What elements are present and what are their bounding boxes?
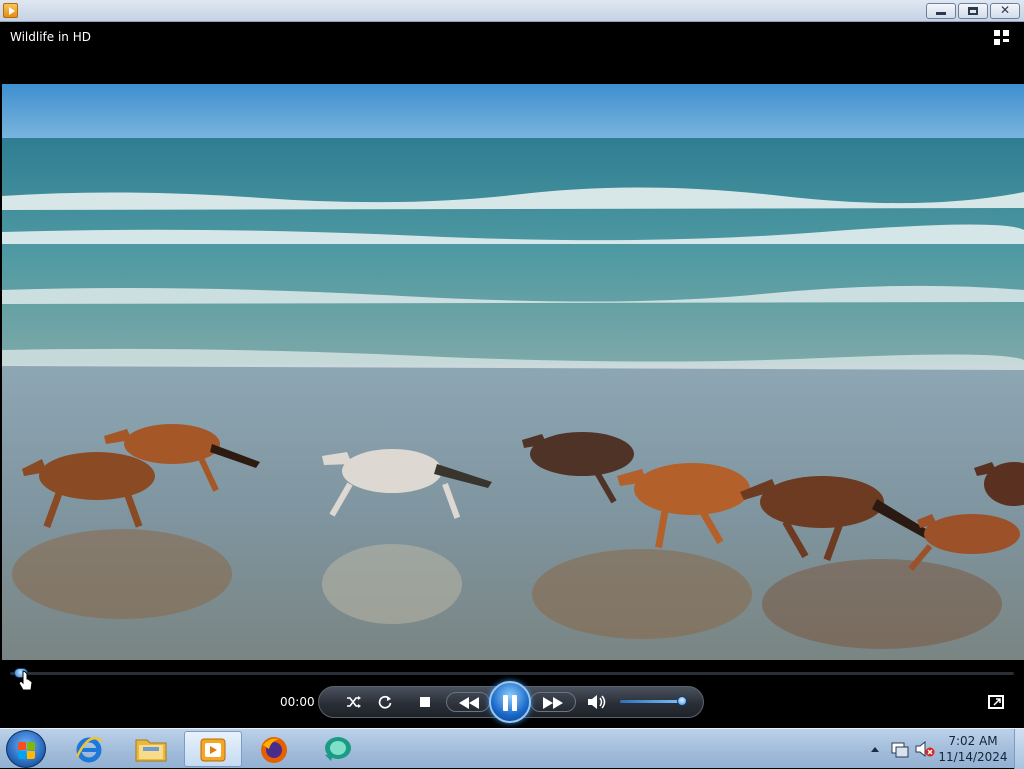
switch-to-library-icon-part	[1003, 30, 1009, 36]
folder-icon	[135, 739, 167, 762]
system-clock[interactable]: 7:02 AM 11/14/2024	[936, 733, 1010, 765]
taskbar: 7:02 AM 11/14/2024	[0, 728, 1024, 769]
windows-logo-part	[18, 751, 26, 759]
clock-date: 11/14/2024	[938, 750, 1008, 764]
next-button[interactable]	[530, 692, 576, 712]
video-display[interactable]	[2, 84, 1024, 660]
action-center-flag-icon[interactable]	[890, 740, 910, 758]
restore-icon	[968, 7, 978, 15]
app-icon	[325, 737, 351, 761]
windows-media-player-icon	[200, 738, 226, 762]
media-player: Wildlife in HD 00:00	[0, 22, 1024, 728]
media-title: Wildlife in HD	[10, 30, 91, 44]
shuffle-icon	[347, 696, 361, 708]
video-frame	[2, 84, 1024, 660]
clock-time: 7:02 AM	[948, 734, 998, 748]
fullscreen-button[interactable]	[988, 695, 1004, 709]
volume-slider[interactable]	[620, 700, 684, 703]
switch-to-library-icon	[994, 30, 1000, 36]
repeat-button[interactable]	[374, 692, 396, 712]
fullscreen-icon	[993, 698, 1001, 706]
media-player-icon	[3, 3, 18, 18]
close-button[interactable]: ✕	[990, 3, 1020, 19]
show-desktop-button[interactable]	[1014, 729, 1024, 769]
show-hidden-icons-icon[interactable]	[870, 745, 880, 753]
windows-logo-part	[27, 742, 35, 750]
pause-icon-bar	[512, 695, 517, 711]
volume-muted-icon[interactable]	[914, 740, 936, 758]
close-icon: ✕	[999, 3, 1011, 17]
fast-forward-icon	[543, 697, 563, 709]
minimize-button[interactable]	[926, 3, 956, 19]
window-title-bar[interactable]: ✕	[0, 0, 1024, 22]
previous-button[interactable]	[446, 692, 490, 712]
switch-to-library-button[interactable]	[994, 30, 1012, 46]
repeat-icon	[378, 695, 392, 709]
minimize-icon	[936, 12, 946, 15]
windows-logo-part	[27, 751, 35, 759]
mute-button[interactable]	[585, 692, 609, 712]
internet-explorer-icon	[75, 737, 103, 763]
mouse-cursor-icon	[18, 670, 33, 691]
stop-button[interactable]	[414, 692, 436, 712]
firefox-icon	[261, 737, 287, 763]
taskbar-firefox[interactable]	[246, 731, 304, 767]
volume-thumb[interactable]	[677, 696, 687, 706]
taskbar-windows-explorer[interactable]	[122, 731, 180, 767]
taskbar-app[interactable]	[308, 731, 366, 767]
current-time: 00:00	[280, 695, 315, 709]
restore-button[interactable]	[958, 3, 988, 19]
pause-icon	[503, 695, 508, 711]
pause-button[interactable]	[489, 681, 531, 723]
start-button[interactable]	[6, 730, 46, 768]
switch-to-library-icon-part	[1003, 39, 1009, 42]
rewind-icon	[459, 697, 479, 709]
windows-logo-icon	[18, 742, 26, 750]
seek-bar[interactable]	[10, 672, 1014, 675]
speaker-icon	[588, 695, 606, 709]
shuffle-button[interactable]	[343, 692, 365, 712]
taskbar-windows-media-player[interactable]	[184, 731, 242, 767]
switch-to-library-icon-part	[994, 39, 1000, 45]
stop-icon	[420, 697, 430, 707]
taskbar-internet-explorer[interactable]	[60, 731, 118, 767]
